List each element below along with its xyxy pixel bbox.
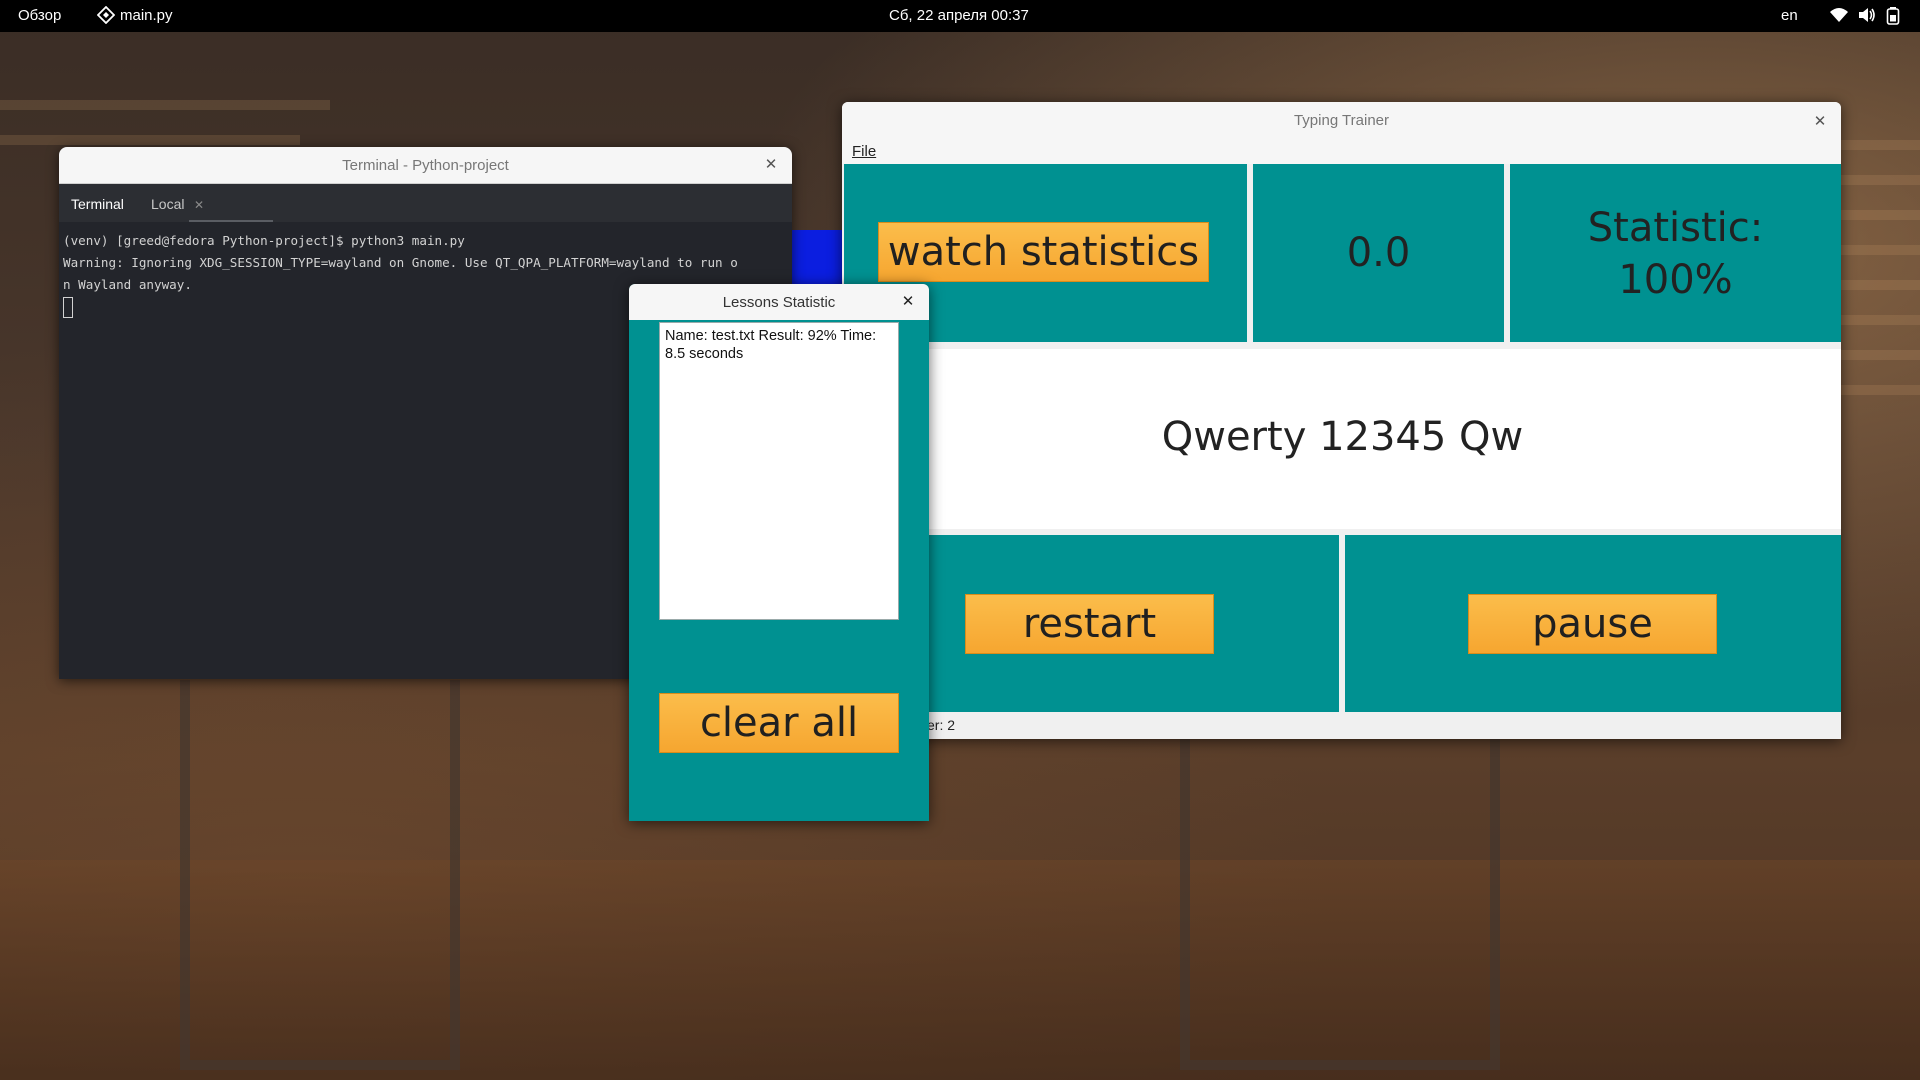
menu-bar: File [842, 140, 1841, 164]
trainer-close-button[interactable]: ✕ [1809, 110, 1831, 132]
statistic-label: Statistic: 100% [1510, 202, 1841, 306]
trainer-titlebar[interactable]: Typing Trainer ✕ [842, 102, 1841, 140]
lessons-close-button[interactable]: ✕ [897, 290, 919, 312]
tab-local[interactable]: Local [151, 196, 184, 212]
terminal-cursor [63, 297, 73, 318]
wifi-icon[interactable] [1829, 6, 1849, 28]
list-item[interactable]: Name: test.txt Result: 92% Time: 8.5 sec… [660, 323, 898, 367]
terminal-tabbar: Terminal Local ✕ [59, 184, 792, 222]
volume-icon[interactable] [1857, 6, 1877, 28]
keyboard-layout-indicator[interactable]: en [1781, 7, 1798, 24]
clock[interactable]: Сб, 22 апреля 00:37 [889, 7, 1029, 24]
speed-value: 0.0 [1346, 230, 1411, 276]
statistic-percent: 100% [1618, 257, 1733, 303]
terminal-titlebar[interactable]: Terminal - Python-project ✕ [59, 147, 792, 184]
lessons-statistic-window[interactable]: Lessons Statistic ✕ Name: test.txt Resul… [629, 284, 929, 821]
terminal-line: (venv) [greed@fedora Python-project]$ py… [63, 233, 465, 248]
terminal-close-button[interactable]: ✕ [760, 153, 782, 175]
watch-statistics-button[interactable]: watch statistics [878, 222, 1209, 282]
trainer-title: Typing Trainer [1293, 112, 1390, 129]
activities-button[interactable]: Обзор [18, 7, 61, 24]
status-text: er: 2 [927, 717, 956, 733]
pause-button[interactable]: pause [1468, 594, 1717, 654]
app-menu-name[interactable]: main.py [120, 7, 173, 24]
battery-icon[interactable] [1886, 6, 1900, 30]
terminal-title: Terminal - Python-project [342, 157, 509, 174]
lessons-title: Lessons Statistic [722, 294, 836, 311]
status-bar: er: 2 [842, 712, 1841, 739]
lessons-list[interactable]: Name: test.txt Result: 92% Time: 8.5 sec… [659, 322, 899, 620]
tab-indicator [189, 220, 273, 222]
restart-button[interactable]: restart [965, 594, 1214, 654]
app-icon[interactable] [96, 5, 116, 28]
typing-trainer-window[interactable]: Typing Trainer ✕ File watch statistics 0… [842, 102, 1841, 739]
tab-close-icon[interactable]: ✕ [194, 198, 204, 212]
statistic-label-line1: Statistic: [1587, 205, 1764, 251]
tab-terminal[interactable]: Terminal [71, 196, 124, 212]
lesson-text: Qwerty 12345 Qw [1161, 414, 1524, 460]
terminal-line: Warning: Ignoring XDG_SESSION_TYPE=wayla… [63, 255, 738, 270]
lessons-titlebar[interactable]: Lessons Statistic ✕ [629, 284, 929, 320]
clear-all-button[interactable]: clear all [659, 693, 899, 753]
menu-file[interactable]: File [852, 143, 876, 160]
top-bar: Обзор main.py Сб, 22 апреля 00:37 en [0, 0, 1920, 32]
